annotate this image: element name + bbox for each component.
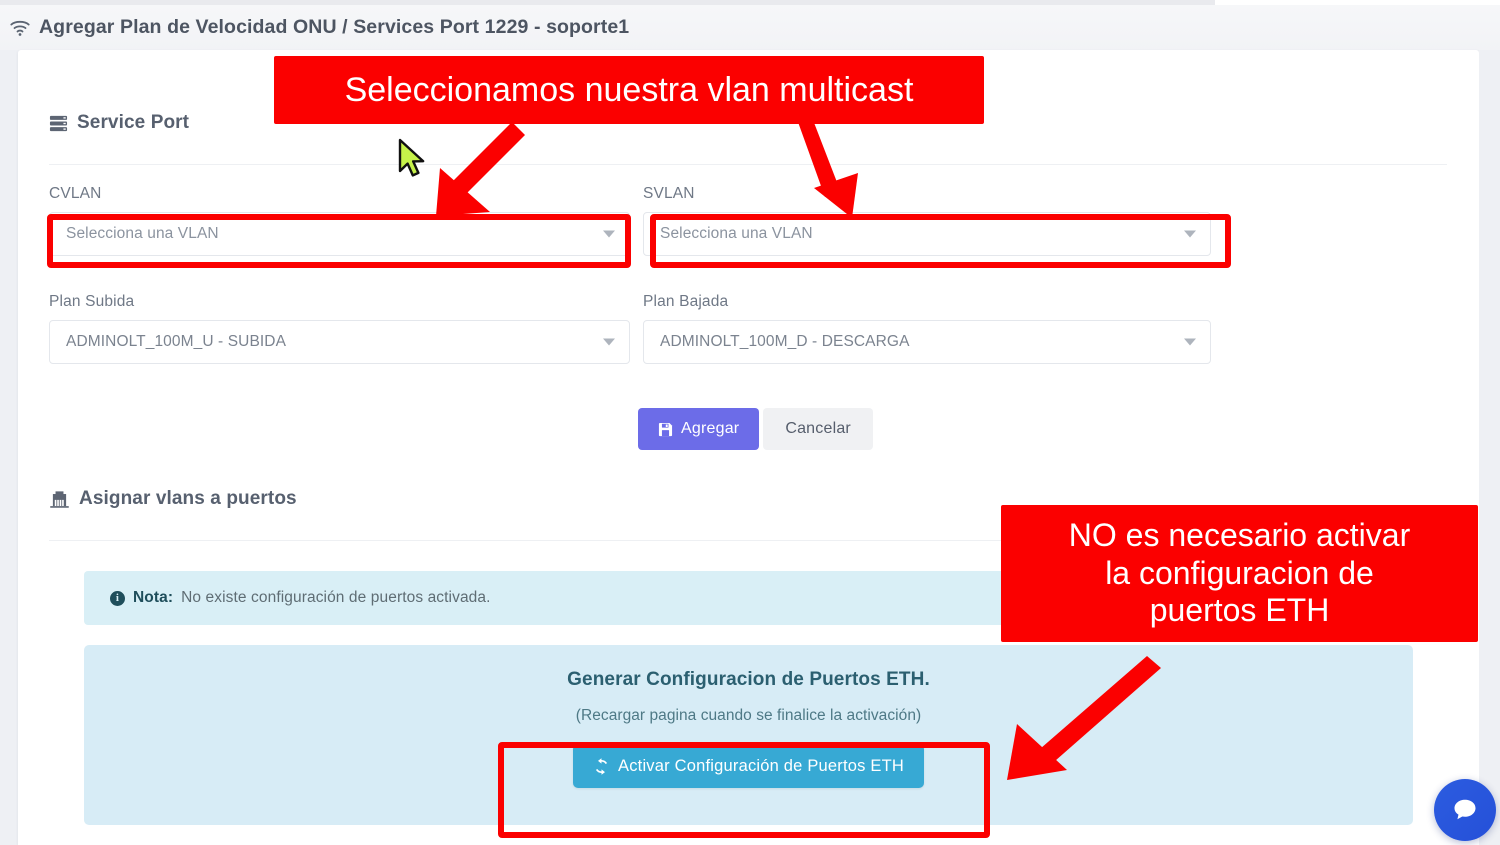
main-content-card: Service Port CVLAN Selecciona una VLAN S… xyxy=(18,50,1479,845)
server-rack-icon xyxy=(49,114,68,133)
cancelar-button-label: Cancelar xyxy=(785,420,851,437)
svlan-label: SVLAN xyxy=(643,185,695,202)
note-text: No existe configuración de puertos activ… xyxy=(181,589,491,606)
chevron-down-icon xyxy=(1184,338,1196,346)
cancelar-button[interactable]: Cancelar xyxy=(763,408,873,450)
service-port-heading: Service Port xyxy=(49,112,189,134)
cvlan-select[interactable]: Selecciona una VLAN xyxy=(49,212,630,256)
annotation-eth-not-needed: NO es necesario activar la configuracion… xyxy=(1001,505,1478,642)
cvlan-label: CVLAN xyxy=(49,185,102,202)
plan-bajada-label: Plan Bajada xyxy=(643,293,729,310)
page-header: Agregar Plan de Velocidad ONU / Services… xyxy=(0,5,1500,50)
svlan-select[interactable]: Selecciona una VLAN xyxy=(643,212,1211,256)
assign-vlans-heading: Asignar vlans a puertos xyxy=(49,488,297,510)
svlan-value: Selecciona una VLAN xyxy=(660,225,813,242)
cvlan-value: Selecciona una VLAN xyxy=(66,225,219,242)
agregar-button-label: Agregar xyxy=(681,420,740,437)
eth-panel-subtitle: (Recargar pagina cuando se finalice la a… xyxy=(575,707,922,724)
plan-subida-select[interactable]: ADMINOLT_100M_U - SUBIDA xyxy=(49,320,630,364)
ethernet-port-icon xyxy=(49,490,70,508)
eth-panel-title: Generar Configuracion de Puertos ETH. xyxy=(567,669,930,690)
annotation-eth-line2: la configuracion de xyxy=(1105,554,1374,591)
chevron-down-icon xyxy=(603,338,615,346)
annotation-vlan-multicast-text: Seleccionamos nuestra vlan multicast xyxy=(344,70,914,109)
chevron-down-icon xyxy=(1184,230,1196,238)
service-port-title: Service Port xyxy=(77,112,190,133)
wifi-icon xyxy=(8,17,32,39)
annotation-vlan-multicast: Seleccionamos nuestra vlan multicast xyxy=(274,56,984,124)
field-plan-bajada: Plan Bajada ADMINOLT_100M_D - DESCARGA xyxy=(643,293,1211,364)
eth-config-panel: Generar Configuracion de Puertos ETH. (R… xyxy=(84,645,1413,825)
page-title: Agregar Plan de Velocidad ONU / Services… xyxy=(39,16,630,38)
info-circle-icon: i xyxy=(110,590,125,606)
activar-eth-button[interactable]: Activar Configuración de Puertos ETH xyxy=(573,744,924,788)
agregar-button[interactable]: Agregar xyxy=(638,408,760,450)
plan-bajada-value: ADMINOLT_100M_D - DESCARGA xyxy=(660,333,910,350)
app-root: Agregar Plan de Velocidad ONU / Services… xyxy=(0,0,1500,845)
right-gutter xyxy=(1479,50,1500,845)
annotation-eth-line3: puertos ETH xyxy=(1149,592,1330,629)
chat-bubble-icon xyxy=(1454,799,1476,820)
field-cvlan: CVLAN Selecciona una VLAN xyxy=(49,185,630,256)
plan-subida-value: ADMINOLT_100M_U - SUBIDA xyxy=(66,333,287,350)
plan-bajada-select[interactable]: ADMINOLT_100M_D - DESCARGA xyxy=(643,320,1211,364)
note-label: Nota: xyxy=(133,589,174,606)
form-actions: Agregar Cancelar xyxy=(638,408,873,450)
plan-subida-label: Plan Subida xyxy=(49,293,135,310)
save-floppy-icon xyxy=(658,422,673,437)
activar-eth-button-label: Activar Configuración de Puertos ETH xyxy=(618,756,904,775)
annotation-eth-line1: NO es necesario activar xyxy=(1068,516,1411,553)
chevron-down-icon xyxy=(603,230,615,238)
service-port-divider xyxy=(49,164,1447,165)
chat-widget-button[interactable] xyxy=(1434,779,1496,841)
assign-vlans-title: Asignar vlans a puertos xyxy=(79,488,297,509)
field-svlan: SVLAN Selecciona una VLAN xyxy=(643,185,1211,256)
refresh-sync-icon xyxy=(593,757,610,775)
field-plan-subida: Plan Subida ADMINOLT_100M_U - SUBIDA xyxy=(49,293,630,364)
